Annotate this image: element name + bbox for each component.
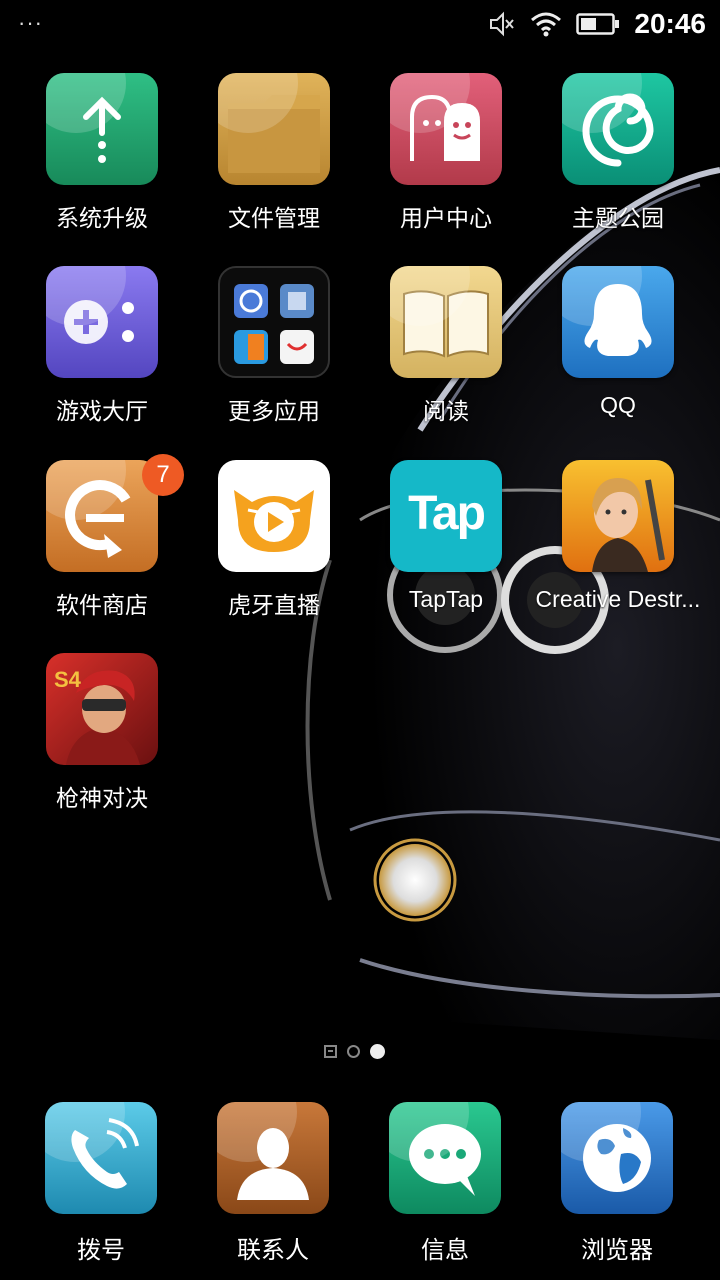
clock: 20:46 (634, 8, 706, 39)
app-reading[interactable]: 阅读 (360, 266, 532, 426)
gun-duel-icon: S4 (54, 667, 140, 765)
app-label: 阅读 (423, 398, 469, 424)
user-center-icon (410, 94, 480, 161)
taptap-icon: Tap (408, 487, 486, 540)
book-icon (403, 290, 489, 358)
app-label: 软件商店 (56, 592, 148, 618)
dock-contacts[interactable]: 联系人 (187, 1102, 359, 1265)
app-label: 信息 (421, 1237, 469, 1264)
notification-dots: ··· (18, 10, 43, 35)
creative-destruction-icon (592, 478, 665, 572)
app-huya-live[interactable]: 虎牙直播 (188, 460, 360, 620)
app-label: 文件管理 (228, 205, 320, 231)
app-taptap[interactable]: Tap TapTap (360, 460, 532, 613)
app-creative-destruction[interactable]: Creative Destr... (532, 460, 704, 613)
app-label: 用户中心 (400, 205, 492, 231)
page-indicator-home-icon[interactable] (324, 1045, 337, 1058)
app-folder-icon (234, 284, 314, 364)
app-label: TapTap (408, 586, 484, 612)
app-theme-park[interactable]: 主题公园 (532, 73, 704, 233)
app-system-update[interactable]: 系统升级 (16, 73, 188, 233)
app-more-apps-folder[interactable]: 更多应用 (188, 266, 360, 426)
app-label: 拨号 (77, 1237, 125, 1264)
page-indicator[interactable] (324, 1044, 385, 1059)
app-label: 枪神对决 (56, 785, 148, 811)
app-software-store[interactable]: 7 软件商店 (16, 454, 188, 620)
page-dot-2-active[interactable] (370, 1044, 385, 1059)
mute-icon (490, 11, 515, 37)
app-label: 浏览器 (581, 1237, 653, 1264)
theme-park-icon (582, 93, 654, 167)
app-label: 联系人 (237, 1237, 309, 1264)
app-file-manager[interactable]: 文件管理 (188, 73, 360, 233)
system-update-icon (83, 96, 121, 163)
app-label: 更多应用 (228, 398, 320, 424)
dock-messages[interactable]: 信息 (359, 1102, 531, 1265)
dock-browser[interactable]: 浏览器 (531, 1102, 703, 1265)
dock-dialer[interactable]: 拨号 (15, 1102, 187, 1265)
app-gun-duel[interactable]: S4 枪神对决 (16, 653, 188, 813)
wifi-icon (531, 12, 562, 37)
phone-icon (71, 1118, 139, 1189)
svg-text:S4: S4 (54, 667, 82, 692)
notification-badge: 7 (142, 454, 184, 496)
browser-globe-icon (583, 1124, 651, 1192)
app-qq[interactable]: QQ (532, 266, 704, 419)
message-icon (409, 1124, 481, 1196)
contacts-icon (237, 1128, 309, 1200)
battery-icon (576, 13, 620, 35)
folder-icon (228, 95, 320, 173)
app-label: 主题公园 (572, 205, 664, 231)
app-label: 游戏大厅 (56, 398, 148, 424)
app-label: 系统升级 (56, 205, 148, 231)
game-hall-icon (64, 300, 134, 344)
huya-tiger-icon (234, 490, 314, 552)
status-bar: ··· 20:46 (0, 0, 720, 52)
page-dot-1[interactable] (347, 1045, 360, 1058)
qq-penguin-icon (584, 284, 652, 356)
app-game-hall[interactable]: 游戏大厅 (16, 266, 188, 426)
app-user-center[interactable]: 用户中心 (360, 73, 532, 233)
app-label: Creative Destr... (535, 586, 701, 612)
app-label: 虎牙直播 (228, 592, 320, 618)
app-label: QQ (600, 392, 636, 418)
